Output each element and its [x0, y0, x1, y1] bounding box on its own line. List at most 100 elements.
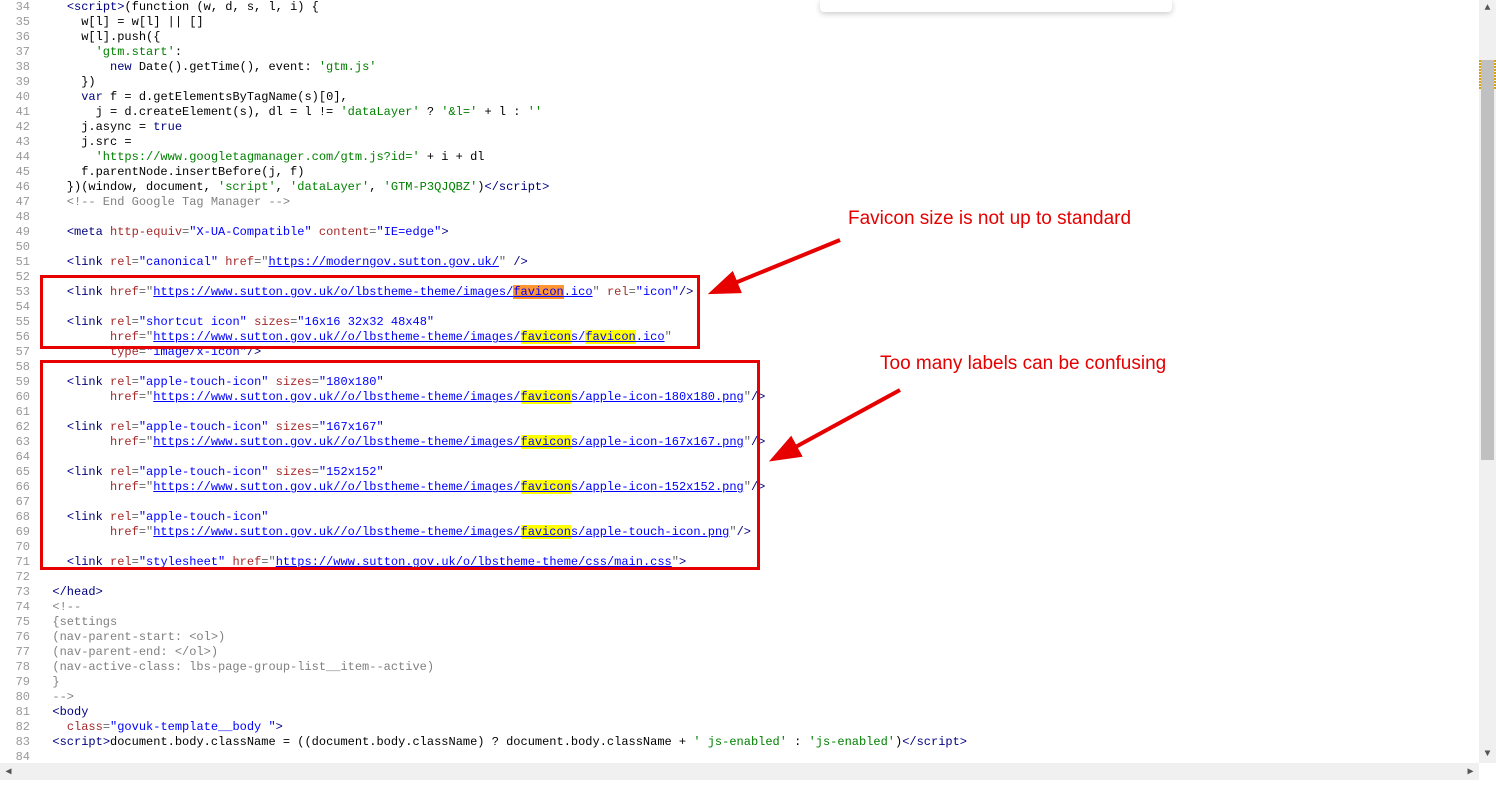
- code-line[interactable]: [38, 210, 1496, 225]
- code-line[interactable]: <link rel="apple-touch-icon" sizes="180x…: [38, 375, 1496, 390]
- line-number-gutter: 3435363738394041424344454647484950515253…: [0, 0, 38, 762]
- code-line[interactable]: href="https://www.sutton.gov.uk//o/lbsth…: [38, 390, 1496, 405]
- line-number: 81: [0, 705, 30, 720]
- code-line[interactable]: <link rel="apple-touch-icon": [38, 510, 1496, 525]
- line-number: 46: [0, 180, 30, 195]
- line-number: 67: [0, 495, 30, 510]
- scroll-left-icon[interactable]: ◀: [0, 763, 17, 780]
- code-line[interactable]: <link rel="apple-touch-icon" sizes="152x…: [38, 465, 1496, 480]
- code-line[interactable]: (nav-parent-start: <ol>): [38, 630, 1496, 645]
- code-line[interactable]: j = d.createElement(s), dl = l != 'dataL…: [38, 105, 1496, 120]
- line-number: 38: [0, 60, 30, 75]
- line-number: 47: [0, 195, 30, 210]
- code-line[interactable]: var f = d.getElementsByTagName(s)[0],: [38, 90, 1496, 105]
- code-line[interactable]: [38, 240, 1496, 255]
- line-number: 59: [0, 375, 30, 390]
- line-number: 82: [0, 720, 30, 735]
- line-number: 39: [0, 75, 30, 90]
- line-number: 79: [0, 675, 30, 690]
- line-number: 62: [0, 420, 30, 435]
- code-line[interactable]: -->: [38, 690, 1496, 705]
- code-line[interactable]: f.parentNode.insertBefore(j, f): [38, 165, 1496, 180]
- scroll-thumb[interactable]: [1481, 60, 1494, 460]
- line-number: 44: [0, 150, 30, 165]
- code-line[interactable]: w[l] = w[l] || []: [38, 15, 1496, 30]
- code-line[interactable]: new Date().getTime(), event: 'gtm.js': [38, 60, 1496, 75]
- code-line[interactable]: [38, 495, 1496, 510]
- annotation-text-2: Too many labels can be confusing: [880, 353, 1166, 375]
- line-number: 66: [0, 480, 30, 495]
- line-number: 50: [0, 240, 30, 255]
- code-line[interactable]: <link rel="stylesheet" href="https://www…: [38, 555, 1496, 570]
- line-number: 54: [0, 300, 30, 315]
- code-line[interactable]: <!-- End Google Tag Manager -->: [38, 195, 1496, 210]
- code-line[interactable]: (nav-active-class: lbs-page-group-list__…: [38, 660, 1496, 675]
- code-line[interactable]: [38, 300, 1496, 315]
- code-line[interactable]: type="image/x-icon"/>: [38, 345, 1496, 360]
- code-content[interactable]: <script>(function (w, d, s, l, i) { w[l]…: [38, 0, 1496, 762]
- code-line[interactable]: j.async = true: [38, 120, 1496, 135]
- code-line[interactable]: j.src =: [38, 135, 1496, 150]
- annotation-text-1: Favicon size is not up to standard: [848, 208, 1131, 230]
- scroll-down-icon[interactable]: ▼: [1479, 746, 1496, 763]
- code-line[interactable]: </head>: [38, 585, 1496, 600]
- horizontal-scrollbar[interactable]: ◀ ▶: [0, 763, 1479, 780]
- line-number: 77: [0, 645, 30, 660]
- code-line[interactable]: <meta http-equiv="X-UA-Compatible" conte…: [38, 225, 1496, 240]
- code-line[interactable]: <script>document.body.className = ((docu…: [38, 735, 1496, 750]
- line-number: 41: [0, 105, 30, 120]
- code-line[interactable]: 'https://www.googletagmanager.com/gtm.js…: [38, 150, 1496, 165]
- line-number: 64: [0, 450, 30, 465]
- code-line[interactable]: [38, 405, 1496, 420]
- code-line[interactable]: href="https://www.sutton.gov.uk//o/lbsth…: [38, 330, 1496, 345]
- line-number: 35: [0, 15, 30, 30]
- line-number: 53: [0, 285, 30, 300]
- code-line[interactable]: }: [38, 675, 1496, 690]
- code-line[interactable]: <link rel="shortcut icon" sizes="16x16 3…: [38, 315, 1496, 330]
- line-number: 43: [0, 135, 30, 150]
- code-line[interactable]: href="https://www.sutton.gov.uk//o/lbsth…: [38, 525, 1496, 540]
- code-line[interactable]: <link href="https://www.sutton.gov.uk/o/…: [38, 285, 1496, 300]
- code-line[interactable]: [38, 270, 1496, 285]
- code-line[interactable]: <link rel="canonical" href="https://mode…: [38, 255, 1496, 270]
- line-number: 68: [0, 510, 30, 525]
- line-number: 72: [0, 570, 30, 585]
- scroll-right-icon[interactable]: ▶: [1462, 763, 1479, 780]
- line-number: 34: [0, 0, 30, 15]
- line-number: 78: [0, 660, 30, 675]
- code-editor[interactable]: 3435363738394041424344454647484950515253…: [0, 0, 1496, 762]
- code-line[interactable]: <!--: [38, 600, 1496, 615]
- code-line[interactable]: <script>(function (w, d, s, l, i) {: [38, 0, 1496, 15]
- line-number: 42: [0, 120, 30, 135]
- line-number: 45: [0, 165, 30, 180]
- code-line[interactable]: class="govuk-template__body ">: [38, 720, 1496, 735]
- line-number: 36: [0, 30, 30, 45]
- scroll-up-icon[interactable]: ▲: [1479, 0, 1496, 17]
- line-number: 76: [0, 630, 30, 645]
- line-number: 63: [0, 435, 30, 450]
- code-line[interactable]: <body: [38, 705, 1496, 720]
- code-line[interactable]: w[l].push({: [38, 30, 1496, 45]
- line-number: 70: [0, 540, 30, 555]
- code-line[interactable]: }): [38, 75, 1496, 90]
- line-number: 52: [0, 270, 30, 285]
- line-number: 60: [0, 390, 30, 405]
- code-line[interactable]: })(window, document, 'script', 'dataLaye…: [38, 180, 1496, 195]
- code-line[interactable]: [38, 570, 1496, 585]
- code-line[interactable]: (nav-parent-end: </ol>): [38, 645, 1496, 660]
- code-line[interactable]: 'gtm.start':: [38, 45, 1496, 60]
- code-line[interactable]: <link rel="apple-touch-icon" sizes="167x…: [38, 420, 1496, 435]
- vertical-scrollbar[interactable]: ▲ ▼: [1479, 0, 1496, 763]
- line-number: 80: [0, 690, 30, 705]
- line-number: 69: [0, 525, 30, 540]
- code-line[interactable]: [38, 540, 1496, 555]
- code-line[interactable]: href="https://www.sutton.gov.uk//o/lbsth…: [38, 480, 1496, 495]
- line-number: 65: [0, 465, 30, 480]
- line-number: 56: [0, 330, 30, 345]
- code-line[interactable]: [38, 360, 1496, 375]
- line-number: 61: [0, 405, 30, 420]
- line-number: 57: [0, 345, 30, 360]
- code-line[interactable]: [38, 450, 1496, 465]
- code-line[interactable]: href="https://www.sutton.gov.uk//o/lbsth…: [38, 435, 1496, 450]
- code-line[interactable]: {settings: [38, 615, 1496, 630]
